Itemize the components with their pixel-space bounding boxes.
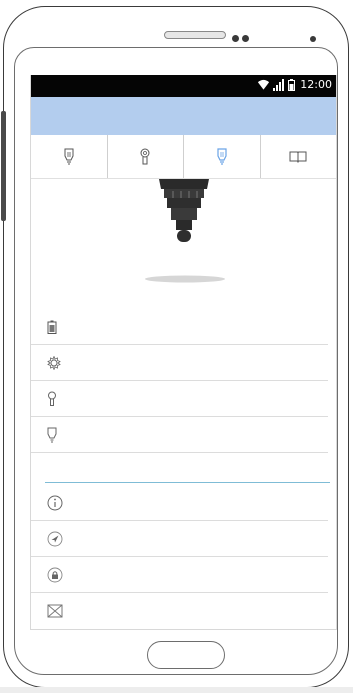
screen: 12:00 xyxy=(30,75,337,630)
device-image xyxy=(145,179,225,283)
front-camera xyxy=(232,35,239,42)
gear-icon xyxy=(47,355,61,370)
tab-book[interactable] xyxy=(261,135,337,178)
app-bar xyxy=(31,97,336,135)
list-item-battery[interactable] xyxy=(31,309,328,345)
device-info-list xyxy=(31,309,336,453)
signal-icon xyxy=(273,78,285,91)
mail-icon xyxy=(47,604,63,618)
bulb-icon xyxy=(217,147,227,165)
list-item-lock[interactable] xyxy=(31,557,328,593)
bottom-shadow xyxy=(0,687,353,693)
list-item-bulb[interactable] xyxy=(31,417,328,453)
list-item-key[interactable] xyxy=(31,381,328,417)
key-icon xyxy=(48,391,56,406)
book-icon xyxy=(289,151,307,163)
list-item-mail[interactable] xyxy=(31,593,328,629)
tab-key[interactable] xyxy=(108,135,184,178)
wifi-icon xyxy=(258,79,270,90)
status-bar: 12:00 xyxy=(31,75,336,97)
tab-bar xyxy=(31,135,336,179)
light-sensor xyxy=(310,36,316,42)
section-divider xyxy=(45,482,330,483)
key-icon xyxy=(140,148,150,164)
bulb-icon xyxy=(64,148,74,164)
side-button xyxy=(1,111,6,221)
proximity-sensor xyxy=(242,35,249,42)
battery-icon xyxy=(288,78,296,91)
lock-icon xyxy=(47,567,63,582)
status-time: 12:00 xyxy=(300,78,332,91)
home-button[interactable] xyxy=(147,641,225,669)
earpiece-speaker xyxy=(164,31,226,39)
list-item-settings[interactable] xyxy=(31,345,328,381)
info-icon xyxy=(47,495,63,510)
list-item-navigation[interactable] xyxy=(31,521,328,557)
navigation-icon xyxy=(47,531,63,546)
tab-bulb[interactable] xyxy=(31,135,108,178)
device-illustration xyxy=(31,179,336,287)
list-item-info[interactable] xyxy=(31,485,328,521)
tab-bulb-active[interactable] xyxy=(184,135,261,178)
settings-list xyxy=(31,485,336,629)
battery-icon xyxy=(47,320,57,334)
bulb-icon xyxy=(47,427,57,442)
